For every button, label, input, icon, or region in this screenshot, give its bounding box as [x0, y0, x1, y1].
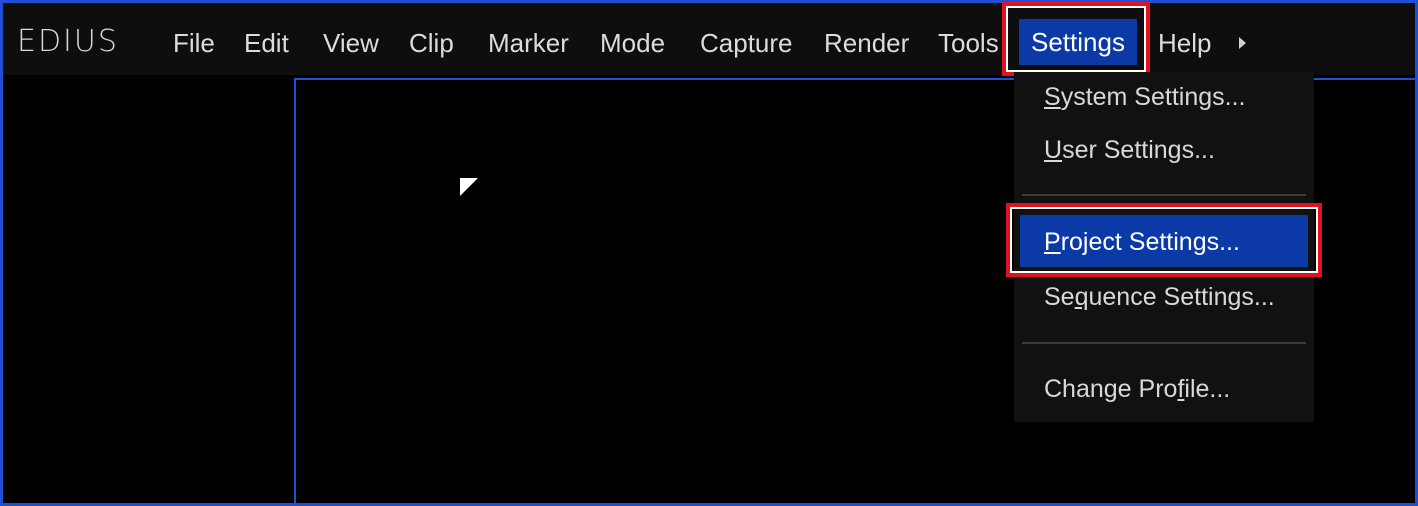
- panel-border-top: [294, 78, 1014, 80]
- menu-help[interactable]: Help: [1158, 28, 1211, 60]
- menu-capture[interactable]: Capture: [700, 28, 793, 60]
- mnemonic-letter: q: [1074, 283, 1089, 311]
- chevron-right-icon[interactable]: [1239, 37, 1246, 49]
- menu-item-user-settings[interactable]: User Settings...: [1044, 135, 1215, 165]
- panel-border-top-right: [1314, 78, 1415, 80]
- settings-highlight-annotation: [1002, 2, 1150, 76]
- menu-edit[interactable]: Edit: [244, 28, 289, 60]
- mnemonic-letter: S: [1044, 83, 1061, 111]
- menu-bar: EDIUS File Edit View Clip Marker Mode Ca…: [3, 3, 1415, 75]
- panel-border-left: [294, 78, 296, 506]
- project-settings-highlight-annotation: [1006, 203, 1322, 277]
- app-logo: EDIUS: [17, 24, 119, 59]
- menu-item-sequence-settings[interactable]: Sequence Settings...: [1044, 282, 1275, 312]
- menu-item-label: Change Pro: [1044, 375, 1178, 403]
- menu-view[interactable]: View: [323, 28, 379, 60]
- menu-separator: [1022, 194, 1306, 196]
- menu-file[interactable]: File: [173, 28, 215, 60]
- menu-marker[interactable]: Marker: [488, 28, 569, 60]
- menu-item-label: uence Settings...: [1088, 283, 1275, 311]
- menu-mode[interactable]: Mode: [600, 28, 665, 60]
- menu-clip[interactable]: Clip: [409, 28, 454, 60]
- menu-render[interactable]: Render: [824, 28, 909, 60]
- menu-item-label: Se: [1044, 283, 1075, 311]
- menu-separator: [1022, 342, 1306, 344]
- menu-item-system-settings[interactable]: System Settings...: [1044, 82, 1245, 112]
- mnemonic-letter: U: [1044, 136, 1063, 164]
- menu-item-label: ser Settings...: [1062, 136, 1215, 164]
- menu-item-label: ile...: [1184, 375, 1231, 403]
- menu-tools[interactable]: Tools: [938, 28, 999, 60]
- menu-item-change-profile[interactable]: Change Profile...: [1044, 374, 1230, 404]
- mouse-cursor-icon: [460, 178, 478, 196]
- menu-item-label: ystem Settings...: [1060, 83, 1246, 111]
